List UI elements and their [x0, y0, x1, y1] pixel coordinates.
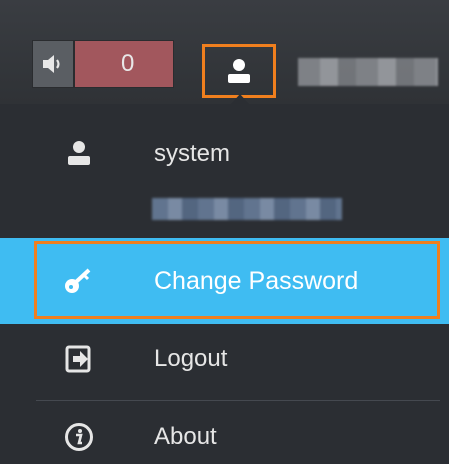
menu-item-change-password[interactable]: Change Password — [0, 238, 449, 324]
logout-icon — [64, 344, 94, 374]
alarm-count-badge[interactable]: 0 — [74, 40, 174, 88]
speaker-icon — [43, 55, 60, 73]
current-user-name: system — [154, 140, 231, 167]
info-icon — [64, 422, 94, 452]
user-menu-button[interactable] — [202, 44, 276, 98]
menu-item-label: Logout — [154, 345, 228, 372]
current-user-header: system — [0, 124, 449, 184]
menu-divider — [36, 400, 440, 401]
key-icon — [64, 266, 94, 296]
menu-item-about[interactable]: About — [0, 404, 449, 470]
user-icon — [64, 138, 94, 168]
blurred-user-detail — [152, 198, 342, 220]
blurred-username — [298, 58, 438, 86]
user-dropdown-menu: system Change Password Logout About — [0, 104, 449, 464]
menu-item-label: Change Password — [154, 266, 359, 295]
dropdown-caret — [231, 94, 249, 104]
sound-toggle-button[interactable] — [32, 40, 74, 88]
user-icon — [228, 59, 250, 83]
menu-item-logout[interactable]: Logout — [0, 324, 449, 394]
top-bar: 0 — [0, 0, 449, 104]
menu-item-label: About — [154, 423, 217, 450]
